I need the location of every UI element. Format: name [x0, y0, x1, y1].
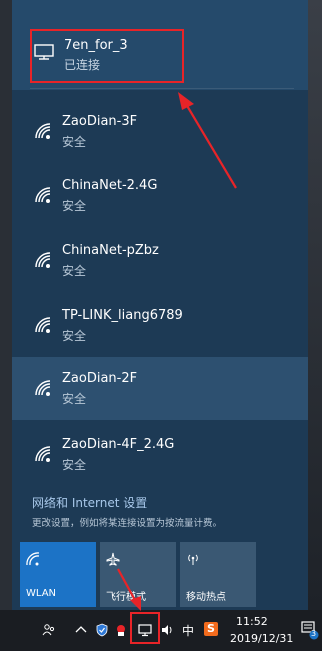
- network-name: ChinaNet-pZbz: [62, 243, 159, 258]
- wifi-secured-icon: [35, 123, 51, 139]
- network-internet-settings-link[interactable]: 网络和 Internet 设置: [32, 494, 147, 511]
- network-item-zaodian-4f[interactable]: ZaoDian-4F_2.4G 安全: [12, 423, 308, 486]
- network-item-tp-link[interactable]: TP-LINK_liang6789 安全: [12, 294, 308, 357]
- network-security: 安全: [62, 135, 87, 149]
- app-tray-icon[interactable]: [114, 623, 128, 637]
- network-item-zaodian-3f[interactable]: ZaoDian-3F 安全: [12, 100, 308, 163]
- people-icon[interactable]: [42, 623, 56, 637]
- volume-icon[interactable]: [160, 623, 174, 637]
- network-item-chinanet-2-4g[interactable]: ChinaNet-2.4G 安全: [12, 164, 308, 227]
- clock-date[interactable]: 2019/12/31: [230, 632, 293, 645]
- network-name: ZaoDian-3F: [62, 114, 138, 129]
- network-name: ChinaNet-2.4G: [62, 178, 158, 193]
- wifi-secured-icon: [35, 380, 51, 396]
- network-security: 安全: [62, 392, 87, 406]
- network-security: 安全: [62, 458, 87, 472]
- desktop-background-right: [308, 0, 322, 610]
- airplane-mode-tile[interactable]: 飞行模式: [100, 542, 176, 607]
- annotation-box-taskbar: [130, 612, 160, 644]
- network-item-zaodian-2f[interactable]: ZaoDian-2F 安全: [12, 357, 308, 420]
- annotation-box-connected: [30, 29, 184, 83]
- desktop-background-left: [0, 0, 12, 610]
- wifi-icon: [26, 552, 40, 566]
- network-name: ZaoDian-4F_2.4G: [62, 437, 175, 452]
- network-name: ZaoDian-2F: [62, 371, 138, 386]
- network-name: TP-LINK_liang6789: [62, 308, 183, 323]
- network-flyout: 7en_for_3 已连接 ZaoDian-3F 安全 ChinaNet-2.4…: [12, 0, 308, 610]
- wifi-secured-icon: [35, 252, 51, 268]
- divider: [30, 88, 294, 89]
- mobile-hotspot-label: 移动热点: [186, 592, 226, 603]
- clock-time[interactable]: 11:52: [236, 615, 268, 628]
- wifi-secured-icon: [35, 187, 51, 203]
- hotspot-icon: [188, 554, 198, 565]
- network-security: 安全: [62, 329, 87, 343]
- airplane-icon: [106, 552, 120, 566]
- ime-indicator[interactable]: 中: [182, 622, 194, 639]
- wlan-toggle-tile[interactable]: WLAN: [20, 542, 96, 607]
- sogou-ime-icon[interactable]: S: [204, 622, 218, 636]
- network-item-chinanet-pzbz[interactable]: ChinaNet-pZbz 安全: [12, 229, 308, 292]
- shield-icon[interactable]: [95, 623, 109, 637]
- network-security: 安全: [62, 264, 87, 278]
- mobile-hotspot-tile[interactable]: 移动热点: [180, 542, 256, 607]
- chevron-up-icon[interactable]: [74, 623, 88, 637]
- settings-description: 更改设置，例如将某连接设置为按流量计费。: [32, 518, 223, 529]
- wifi-secured-icon: [35, 317, 51, 333]
- taskbar: 中 S 11:52 2019/12/31 3: [0, 610, 322, 651]
- notification-count-badge: 3: [311, 629, 317, 638]
- notification-center-icon[interactable]: [301, 620, 319, 640]
- airplane-mode-label: 飞行模式: [106, 592, 146, 603]
- wifi-secured-icon: [35, 446, 51, 462]
- wlan-label: WLAN: [26, 588, 57, 599]
- network-security: 安全: [62, 199, 87, 213]
